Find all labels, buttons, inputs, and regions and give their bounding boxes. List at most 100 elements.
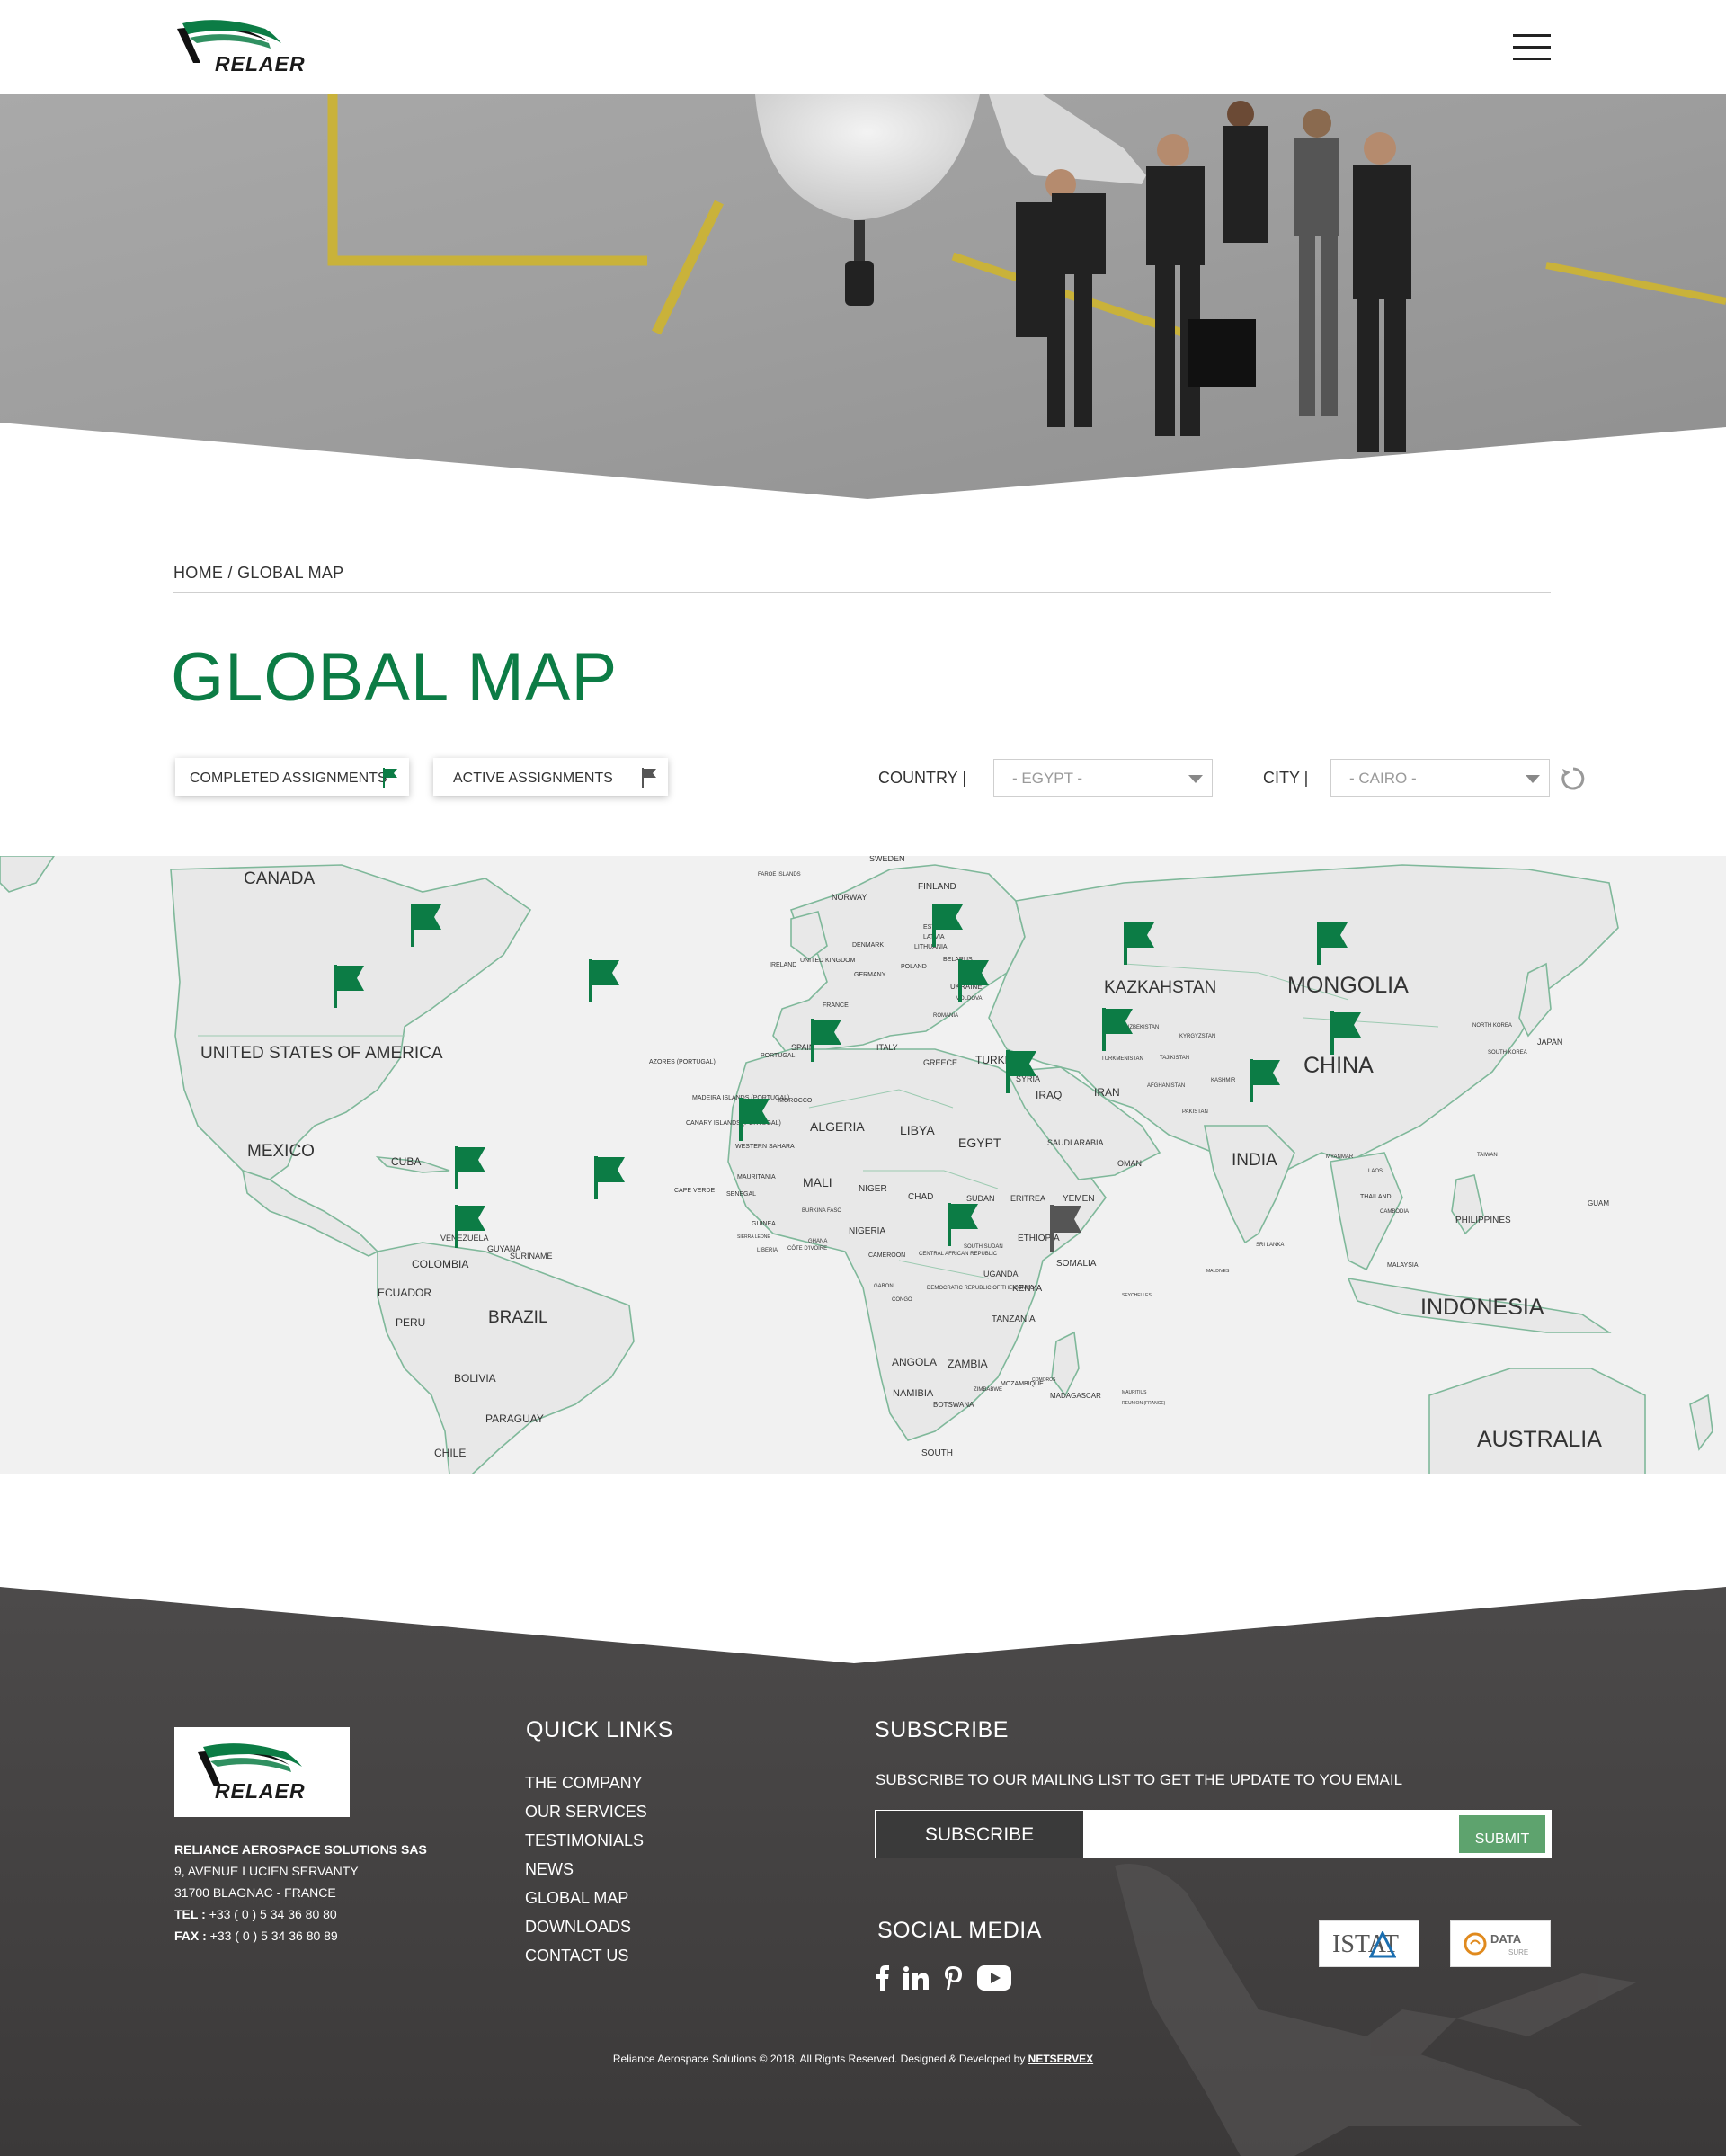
map-label: BOTSWANA bbox=[933, 1401, 974, 1409]
map-label-mexico: MEXICO bbox=[247, 1142, 315, 1161]
map-label: BOLIVIA bbox=[454, 1372, 496, 1385]
map-label: GABON bbox=[874, 1284, 894, 1289]
map-label-indonesia: INDONESIA bbox=[1420, 1295, 1544, 1320]
quick-link-services[interactable]: OUR SERVICES bbox=[525, 1803, 647, 1822]
map-label: SUDAN bbox=[966, 1194, 995, 1203]
social-media-heading: SOCIAL MEDIA bbox=[877, 1918, 1042, 1943]
quick-link-news[interactable]: NEWS bbox=[525, 1860, 574, 1879]
chevron-down-icon bbox=[1526, 775, 1540, 783]
map-label: NIGERIA bbox=[849, 1226, 885, 1236]
map-label: EGYPT bbox=[958, 1136, 1001, 1150]
map-label: GUINEA bbox=[752, 1221, 776, 1227]
facebook-icon[interactable] bbox=[876, 1964, 889, 1996]
map-label: JAPAN bbox=[1537, 1038, 1562, 1047]
map-label: GREECE bbox=[923, 1058, 957, 1067]
social-icons bbox=[876, 1964, 1011, 1996]
map-label: DEMOCRATIC REPUBLIC OF THE CONGO bbox=[927, 1286, 1035, 1291]
country-select[interactable]: - EGYPT - bbox=[993, 759, 1213, 797]
map-label: NIGER bbox=[859, 1184, 887, 1194]
completed-assignments-button[interactable]: COMPLETED ASSIGNMENTS bbox=[175, 758, 409, 796]
breadcrumb: HOME / GLOBAL MAP bbox=[173, 564, 343, 583]
map-label: SURINAME bbox=[510, 1252, 553, 1261]
map-label: CAPE VERDE bbox=[674, 1188, 715, 1194]
address-city: 31700 BLAGNAC - FRANCE bbox=[174, 1885, 336, 1900]
pinterest-icon[interactable] bbox=[943, 1965, 963, 1995]
footer-address: RELIANCE AEROSPACE SOLUTIONS SAS 9, AVEN… bbox=[174, 1839, 427, 1947]
map-label: SOUTH bbox=[921, 1448, 953, 1458]
map-label: BURKINA FASO bbox=[802, 1208, 841, 1214]
quick-links-heading: QUICK LINKS bbox=[526, 1717, 673, 1742]
active-assignments-button[interactable]: ACTIVE ASSIGNMENTS bbox=[433, 758, 668, 796]
datasure-subtext: SURE bbox=[1508, 1948, 1529, 1956]
map-label: CAMBODIA bbox=[1380, 1209, 1409, 1215]
map-label: SENEGAL bbox=[726, 1191, 756, 1198]
map-label: ZIMBABWE bbox=[974, 1387, 1002, 1393]
map-label: MALI bbox=[803, 1175, 832, 1189]
page-title: GLOBAL MAP bbox=[171, 639, 618, 716]
quick-link-global-map[interactable]: GLOBAL MAP bbox=[525, 1889, 628, 1908]
map-label: SOUTH KOREA bbox=[1488, 1050, 1527, 1056]
country-label: COUNTRY | bbox=[878, 769, 967, 787]
fax-label: FAX : bbox=[174, 1929, 207, 1943]
map-label: LIBERIA bbox=[757, 1248, 778, 1253]
breadcrumb-current: GLOBAL MAP bbox=[237, 564, 344, 582]
map-label: CHAD bbox=[908, 1192, 933, 1202]
linkedin-icon[interactable] bbox=[903, 1966, 929, 1994]
map-label: UGANDA bbox=[983, 1270, 1019, 1278]
datasure-partner-logo[interactable]: DATA SURE bbox=[1450, 1920, 1551, 1967]
map-label: SOMALIA bbox=[1056, 1259, 1097, 1269]
map-label: AFGHANISTAN bbox=[1147, 1083, 1185, 1089]
map-label: CHILE bbox=[434, 1447, 466, 1459]
map-label: NAMIBIA bbox=[893, 1388, 934, 1399]
map-label: TAJIKISTAN bbox=[1160, 1056, 1189, 1061]
copyright-notice: Reliance Aerospace Solutions © 2018, All… bbox=[612, 2053, 1028, 2065]
map-label: LIBYA bbox=[900, 1123, 935, 1137]
tel-label: TEL : bbox=[174, 1907, 206, 1921]
map-label-mongolia: MONGOLIA bbox=[1287, 973, 1409, 998]
map-label-australia: AUSTRALIA bbox=[1477, 1427, 1602, 1452]
refresh-icon[interactable] bbox=[1560, 765, 1587, 792]
map-label: UNITED KINGDOM bbox=[800, 958, 856, 964]
map-label: GERMANY bbox=[854, 972, 886, 978]
map-label: ITALY bbox=[876, 1043, 898, 1052]
map-label: YEMEN bbox=[1063, 1194, 1095, 1204]
map-label: NORWAY bbox=[832, 893, 867, 902]
map-australia bbox=[1428, 1368, 1646, 1474]
copyright-text: Reliance Aerospace Solutions © 2018, All… bbox=[0, 2053, 1706, 2065]
map-label: KASHMIR bbox=[1211, 1078, 1236, 1083]
istat-logo-mark bbox=[1369, 1931, 1396, 1958]
footer-logo[interactable]: RELAER bbox=[174, 1727, 350, 1817]
subscribe-form: SUBSCRIBE SUBMIT bbox=[875, 1810, 1552, 1858]
relaer-logo[interactable]: RELAER bbox=[175, 16, 310, 81]
quick-link-testimonials[interactable]: TESTIMONIALS bbox=[525, 1831, 644, 1850]
map-label: ERITREA bbox=[1010, 1194, 1045, 1203]
quick-link-downloads[interactable]: DOWNLOADS bbox=[525, 1918, 631, 1937]
youtube-icon[interactable] bbox=[977, 1965, 1011, 1995]
datasure-wordmark: DATA bbox=[1490, 1932, 1522, 1946]
hamburger-menu-icon[interactable] bbox=[1513, 34, 1551, 63]
map-label: IRAQ bbox=[1036, 1089, 1062, 1101]
world-map[interactable]: CANADA UNITED STATES OF AMERICA MEXICO B… bbox=[0, 856, 1726, 1474]
breadcrumb-home[interactable]: HOME bbox=[173, 564, 223, 582]
quick-link-company[interactable]: THE COMPANY bbox=[525, 1774, 643, 1793]
tel-number[interactable]: +33 ( 0 ) 5 34 36 80 80 bbox=[206, 1907, 337, 1921]
address-fax: FAX : +33 ( 0 ) 5 34 36 80 89 bbox=[174, 1925, 427, 1947]
map-label: CAMEROON bbox=[868, 1252, 905, 1259]
submit-button[interactable]: SUBMIT bbox=[1459, 1815, 1545, 1853]
city-label: CITY | bbox=[1263, 769, 1309, 787]
site-footer: RELAER RELIANCE AEROSPACE SOLUTIONS SAS … bbox=[0, 1587, 1726, 2156]
map-label: TURKMENISTAN bbox=[1101, 1056, 1143, 1062]
map-label: WESTERN SAHARA bbox=[735, 1144, 795, 1150]
quick-link-contact[interactable]: CONTACT US bbox=[525, 1947, 628, 1965]
site-header: RELAER bbox=[0, 0, 1726, 94]
map-label: SIERRA LEONE bbox=[737, 1234, 770, 1240]
city-select[interactable]: - CAIRO - bbox=[1330, 759, 1550, 797]
company-name: RELIANCE AEROSPACE SOLUTIONS SAS bbox=[174, 1842, 427, 1857]
map-label: MALAYSIA bbox=[1387, 1262, 1419, 1269]
istat-partner-logo[interactable]: ISTAT bbox=[1319, 1920, 1419, 1967]
developer-link[interactable]: NETSERVEX bbox=[1028, 2053, 1093, 2065]
map-label: ECUADOR bbox=[378, 1287, 432, 1299]
address-tel: TEL : +33 ( 0 ) 5 34 36 80 80 bbox=[174, 1903, 427, 1925]
map-label: SAUDI ARABIA bbox=[1047, 1138, 1104, 1147]
map-label-canada: CANADA bbox=[244, 869, 316, 888]
